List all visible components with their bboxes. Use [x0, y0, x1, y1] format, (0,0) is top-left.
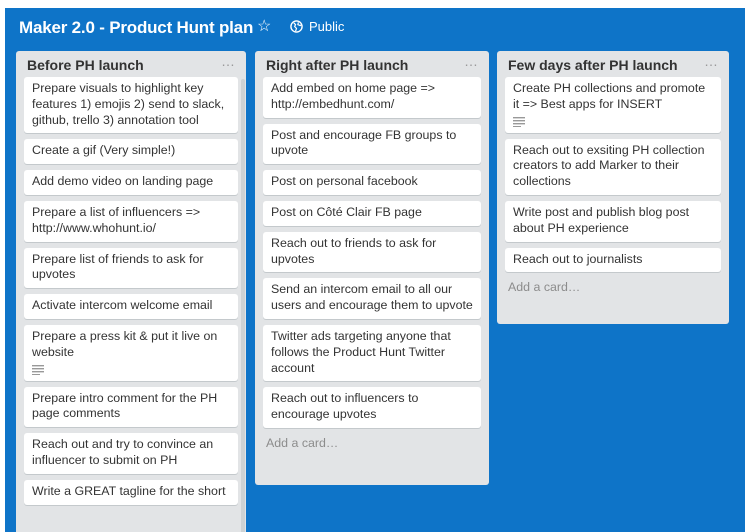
- card[interactable]: Post on personal facebook: [263, 170, 481, 195]
- list-right-after-ph-launch: Right after PH launch … Add embed on hom…: [255, 51, 489, 485]
- card-title: Prepare a list of influencers => http://…: [32, 204, 201, 235]
- card-title: Create a gif (Very simple!): [32, 143, 176, 158]
- list-title[interactable]: Before PH launch: [27, 57, 144, 73]
- description-icon: [513, 116, 525, 127]
- card[interactable]: Write post and publish blog post about P…: [505, 200, 721, 242]
- card-title: Prepare list of friends to ask for upvot…: [32, 251, 204, 282]
- card[interactable]: Prepare a press kit & put it live on web…: [24, 324, 238, 381]
- card-title: Prepare a press kit & put it live on web…: [32, 328, 218, 359]
- list-title[interactable]: Right after PH launch: [266, 57, 408, 73]
- description-icon: [32, 364, 44, 375]
- card-title: Post on Côté Clair FB page: [271, 204, 422, 219]
- card[interactable]: Send an intercom email to all our users …: [263, 278, 481, 319]
- list-header: Few days after PH launch …: [505, 51, 721, 77]
- card[interactable]: Prepare a list of influencers => http://…: [24, 200, 238, 242]
- card-list: Add embed on home page => http://embedhu…: [263, 77, 481, 428]
- card-title: Reach out to exsiting PH collection crea…: [513, 142, 705, 189]
- card-list: Create PH collections and promote it => …: [505, 77, 721, 273]
- card-title: Write a GREAT tagline for the short: [32, 483, 226, 498]
- card-title: Reach out to journalists: [513, 251, 643, 266]
- list-menu-icon[interactable]: …: [221, 53, 236, 69]
- card[interactable]: Reach out to influencers to encourage up…: [263, 387, 481, 428]
- card-title: Twitter ads targeting anyone that follow…: [271, 328, 451, 375]
- card-title: Post and encourage FB groups to upvote: [271, 127, 457, 158]
- card[interactable]: Reach out to exsiting PH collection crea…: [505, 138, 721, 195]
- add-card-button[interactable]: Add a card…: [505, 280, 721, 294]
- card[interactable]: Reach out to journalists: [505, 247, 721, 273]
- list-scrollbar[interactable]: [241, 79, 245, 532]
- card-title: Create PH collections and promote it => …: [513, 81, 706, 111]
- card[interactable]: Post on Côté Clair FB page: [263, 200, 481, 226]
- card-title: Add demo video on landing page: [32, 174, 214, 189]
- card[interactable]: Twitter ads targeting anyone that follow…: [263, 324, 481, 382]
- add-card-button[interactable]: Add a card…: [263, 436, 481, 450]
- card[interactable]: Write a GREAT tagline for the short: [24, 479, 238, 505]
- card[interactable]: Post and encourage FB groups to upvote: [263, 123, 481, 165]
- card[interactable]: Create a gif (Very simple!): [24, 139, 238, 165]
- card-title: Send an intercom email to all our users …: [271, 282, 473, 313]
- card-title: Prepare intro comment for the PH page co…: [32, 390, 218, 421]
- card[interactable]: Prepare list of friends to ask for upvot…: [24, 247, 238, 289]
- board-header: Maker 2.0 - Product Hunt plan ☆ Public: [5, 8, 745, 48]
- card[interactable]: Reach out and try to convince an influen…: [24, 433, 238, 474]
- board-title[interactable]: Maker 2.0 - Product Hunt plan: [19, 18, 253, 38]
- card[interactable]: Create PH collections and promote it => …: [505, 77, 721, 133]
- list-few-days-after-ph-launch: Few days after PH launch … Create PH col…: [497, 51, 729, 324]
- card-title: Write post and publish blog post about P…: [513, 204, 690, 235]
- card-title: Activate intercom welcome email: [32, 298, 213, 313]
- visibility-label: Public: [309, 19, 345, 34]
- star-icon[interactable]: ☆: [257, 18, 271, 36]
- list-menu-icon[interactable]: …: [704, 53, 719, 69]
- list-header: Right after PH launch …: [263, 51, 481, 77]
- card[interactable]: Add demo video on landing page: [24, 170, 238, 195]
- list-menu-icon[interactable]: …: [464, 53, 479, 69]
- card[interactable]: Prepare visuals to highlight key feature…: [24, 77, 238, 134]
- globe-icon: [290, 20, 303, 33]
- card[interactable]: Add embed on home page => http://embedhu…: [263, 77, 481, 118]
- board: Maker 2.0 - Product Hunt plan ☆ Public B…: [5, 8, 745, 532]
- card-title: Reach out to friends to ask for upvotes: [271, 235, 437, 266]
- card-list: Prepare visuals to highlight key feature…: [24, 77, 238, 505]
- card-title: Post on personal facebook: [271, 174, 418, 189]
- list-header: Before PH launch …: [24, 51, 238, 77]
- list-before-ph-launch: Before PH launch … Prepare visuals to hi…: [16, 51, 246, 532]
- list-title[interactable]: Few days after PH launch: [508, 57, 678, 73]
- card-title: Prepare visuals to highlight key feature…: [32, 81, 225, 127]
- card[interactable]: Reach out to friends to ask for upvotes: [263, 231, 481, 273]
- card-title: Reach out and try to convince an influen…: [32, 437, 214, 467]
- card-title: Add embed on home page => http://embedhu…: [271, 81, 435, 111]
- card-title: Reach out to influencers to encourage up…: [271, 391, 419, 422]
- visibility-button[interactable]: Public: [290, 19, 344, 34]
- card[interactable]: Prepare intro comment for the PH page co…: [24, 386, 238, 428]
- card[interactable]: Activate intercom welcome email: [24, 294, 238, 319]
